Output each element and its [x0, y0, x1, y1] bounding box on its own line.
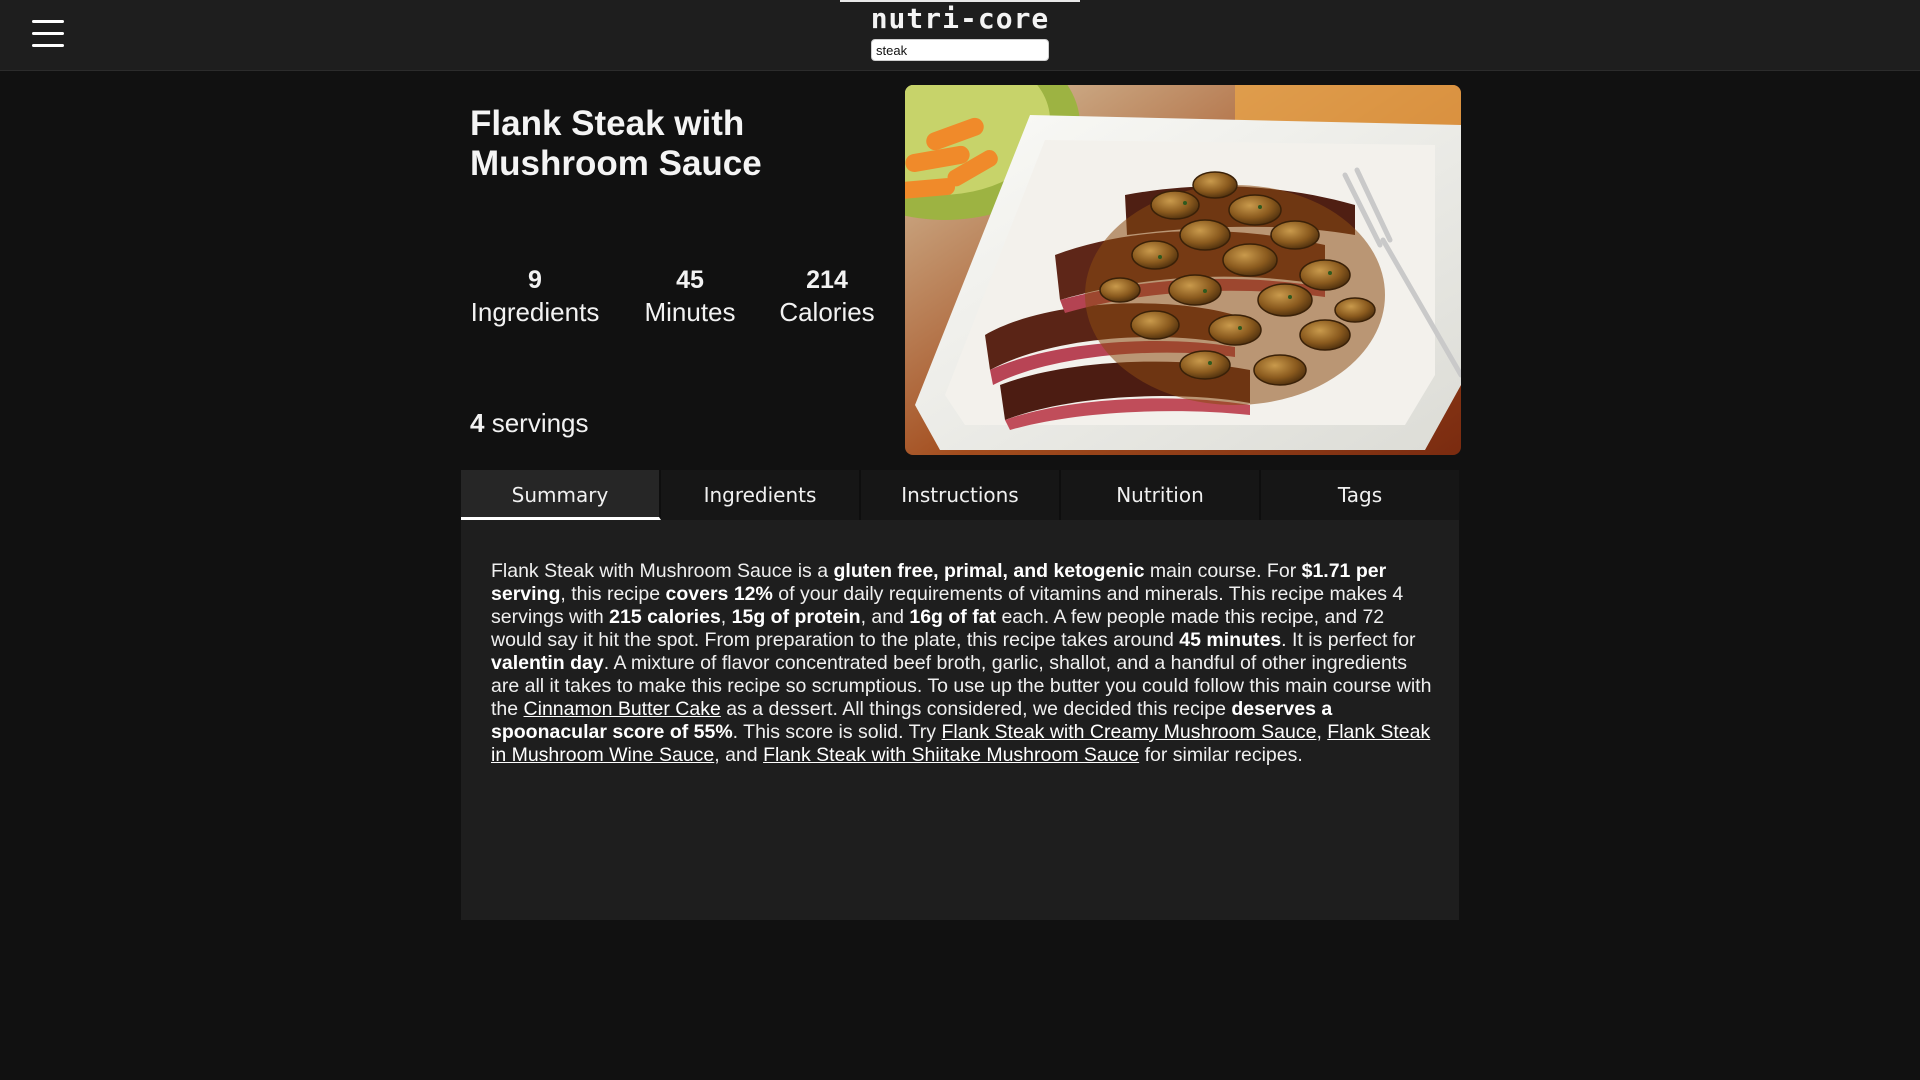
- summary-text: , and: [714, 744, 764, 766]
- summary-text: . This score is solid. Try: [732, 721, 942, 743]
- summary-highlight: valentin day: [491, 652, 604, 674]
- summary-text: for similar recipes.: [1139, 744, 1303, 766]
- servings: 4 servings: [470, 406, 589, 440]
- recipe-details-panel: Summary Ingredients Instructions Nutriti…: [461, 470, 1459, 920]
- top-bar: nutri-core: [0, 0, 1920, 71]
- stat-minutes-label: Minutes: [644, 297, 736, 327]
- summary-text: as a dessert. All things considered, we …: [720, 698, 1232, 720]
- stat-ingredients-label: Ingredients: [470, 297, 600, 327]
- summary-recipe-link[interactable]: Cinnamon Butter Cake: [524, 698, 721, 720]
- logo[interactable]: nutri-core: [871, 2, 1050, 35]
- recipe-title: Flank Steak with Mushroom Sauce: [470, 104, 762, 183]
- servings-count: 4: [470, 408, 485, 438]
- tab-summary[interactable]: Summary: [461, 470, 661, 520]
- summary-highlight: gluten free, primal, and ketogenic: [833, 560, 1145, 582]
- stat-minutes: 45 Minutes: [640, 264, 740, 328]
- tab-tags[interactable]: Tags: [1261, 470, 1459, 520]
- summary-highlight: 215 calories: [609, 606, 721, 628]
- logo-container: nutri-core: [840, 0, 1080, 36]
- summary-text: ,: [720, 606, 732, 628]
- stat-calories-label: Calories: [779, 297, 875, 327]
- summary-highlight: 15g of protein: [731, 606, 861, 628]
- recipe-image: [905, 85, 1461, 455]
- summary-text: , this recipe: [560, 583, 666, 605]
- servings-label: servings: [491, 408, 589, 438]
- summary-highlight: 45 minutes: [1179, 629, 1282, 651]
- summary-text: main course. For: [1144, 560, 1302, 582]
- summary-text: , and: [860, 606, 910, 628]
- recipe-summary: Flank Steak with Mushroom Sauce is a glu…: [491, 560, 1436, 767]
- stat-ingredients-value: 9: [528, 266, 542, 294]
- summary-text: . It is perfect for: [1281, 629, 1416, 651]
- tab-ingredients[interactable]: Ingredients: [661, 470, 861, 520]
- stat-minutes-value: 45: [676, 266, 704, 294]
- tab-nutrition[interactable]: Nutrition: [1061, 470, 1261, 520]
- summary-highlight: covers 12%: [665, 583, 773, 605]
- summary-highlight: 16g of fat: [909, 606, 997, 628]
- stat-ingredients: 9 Ingredients: [470, 264, 600, 328]
- summary-text: ,: [1316, 721, 1328, 743]
- stat-calories-value: 214: [806, 266, 848, 294]
- stat-calories: 214 Calories: [776, 264, 878, 328]
- tab-instructions[interactable]: Instructions: [861, 470, 1061, 520]
- summary-recipe-link[interactable]: Flank Steak with Creamy Mushroom Sauce: [941, 721, 1316, 743]
- hamburger-menu-icon[interactable]: [32, 20, 64, 48]
- search-input[interactable]: [871, 39, 1049, 61]
- tab-bar: Summary Ingredients Instructions Nutriti…: [461, 470, 1459, 520]
- summary-text: Flank Steak with Mushroom Sauce is a: [491, 560, 834, 582]
- summary-recipe-link[interactable]: Flank Steak with Shiitake Mushroom Sauce: [763, 744, 1139, 766]
